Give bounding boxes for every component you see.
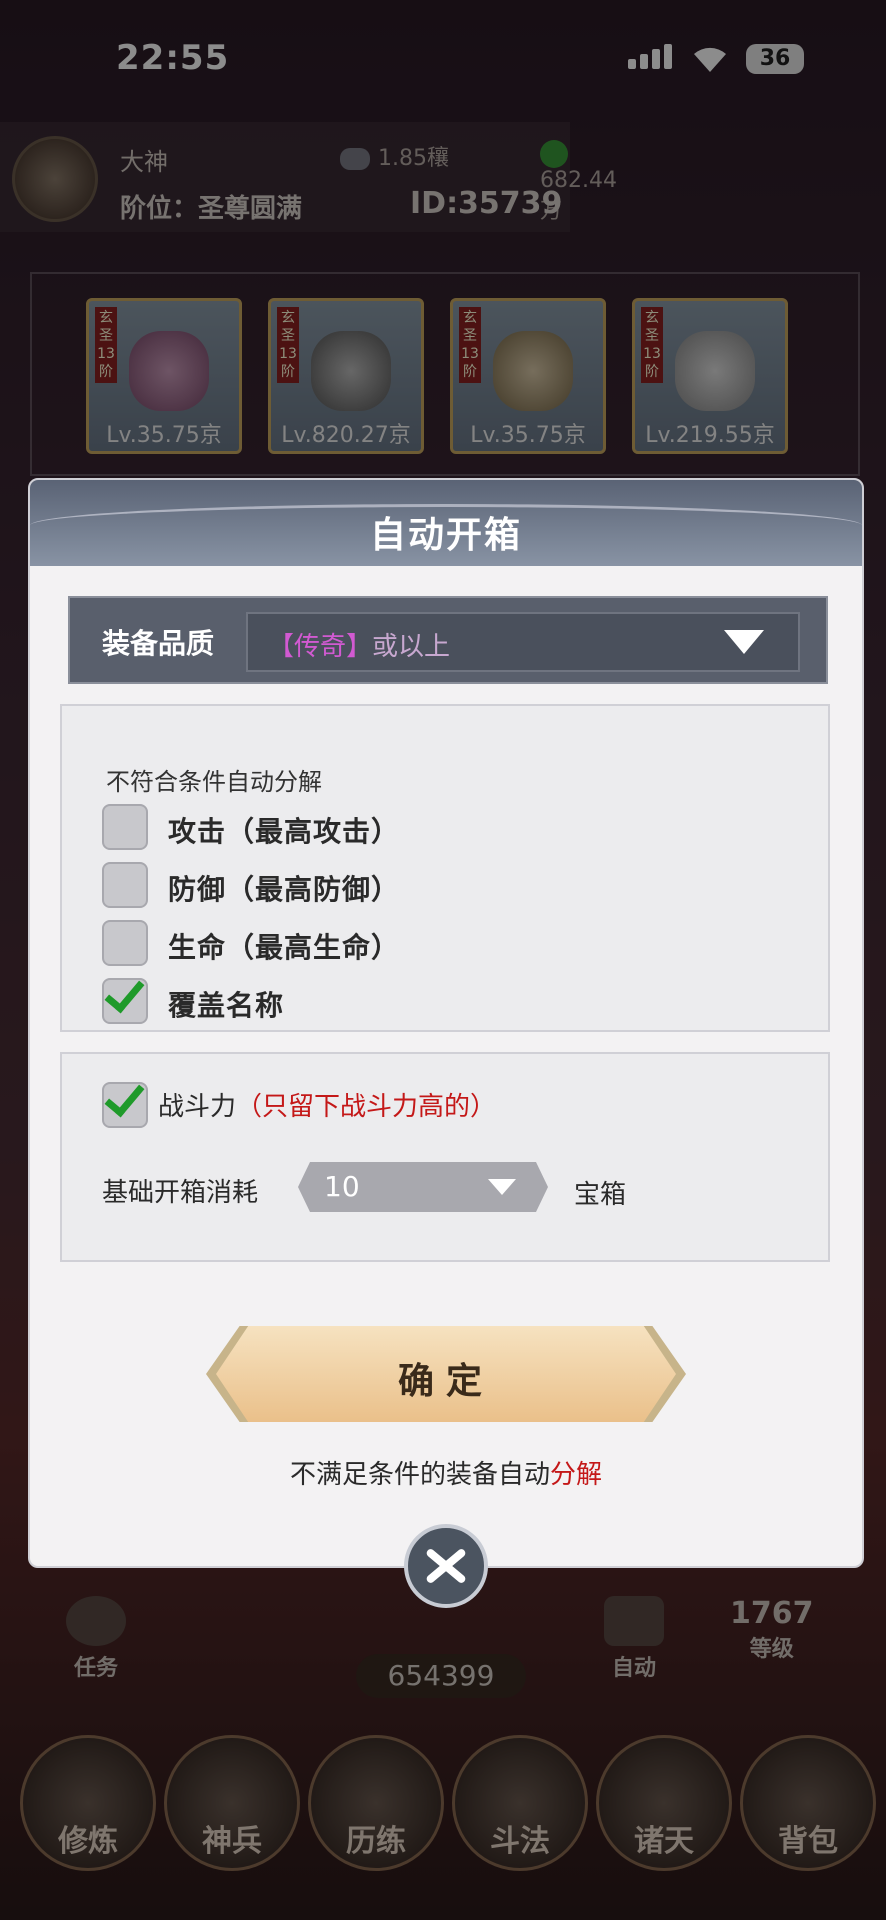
decompose-options-panel: 不符合条件自动分解 攻击（最高攻击） 防御（最高防御） 生命（最高生命） 覆盖名… — [60, 704, 830, 1032]
option-override-name-label: 覆盖名称 — [168, 989, 285, 1022]
cost-dropdown-right-cap — [536, 1162, 548, 1212]
checkbox-override-name[interactable] — [102, 978, 148, 1024]
option-attack-label: 攻击（最高攻击） — [168, 815, 401, 848]
cost-label: 基础开箱消耗 — [102, 1178, 259, 1208]
power-note: （只留下战斗力高的） — [236, 1092, 497, 1122]
dialog-header: 自动开箱 — [30, 480, 862, 566]
quality-suffix: 或以上 — [372, 632, 451, 662]
checkbox-power[interactable] — [102, 1082, 148, 1128]
quality-label: 装备品质 — [102, 627, 215, 660]
option-defense-label: 防御（最高防御） — [168, 873, 401, 906]
chevron-down-icon — [488, 1179, 516, 1195]
quality-value: 【传奇】或以上 — [268, 626, 450, 663]
power-label-text: 战斗力 — [158, 1092, 237, 1122]
decompose-hint: 不满足条件的装备自动分解 — [30, 1454, 862, 1491]
confirm-label: 确定 — [397, 1361, 494, 1402]
quality-row: 装备品质 【传奇】或以上 — [68, 596, 828, 684]
checkbox-life[interactable] — [102, 920, 148, 966]
checkbox-attack[interactable] — [102, 804, 148, 850]
decompose-note: 不符合条件自动分解 — [106, 768, 322, 796]
hint-highlight: 分解 — [550, 1460, 603, 1490]
dialog-title: 自动开箱 — [369, 515, 522, 556]
cost-dropdown-left-cap — [298, 1162, 310, 1212]
close-button[interactable] — [404, 1524, 488, 1608]
chevron-down-icon — [724, 630, 764, 654]
quality-tier: 【传奇】 — [268, 632, 373, 662]
quality-dropdown[interactable]: 【传奇】或以上 — [246, 612, 800, 672]
cost-value: 10 — [324, 1170, 360, 1203]
power-panel: 战斗力（只留下战斗力高的） 基础开箱消耗 10 宝箱 — [60, 1052, 830, 1262]
confirm-button[interactable]: 确定 — [206, 1326, 686, 1422]
cost-unit: 宝箱 — [574, 1180, 627, 1210]
checkbox-defense[interactable] — [102, 862, 148, 908]
power-label: 战斗力（只留下战斗力高的） — [158, 1086, 496, 1123]
auto-open-dialog: 自动开箱 装备品质 【传奇】或以上 不符合条件自动分解 攻击（最高攻击） 防御（… — [28, 478, 864, 1568]
hint-text: 不满足条件的装备自动 — [289, 1460, 550, 1490]
cost-dropdown[interactable]: 10 — [298, 1162, 548, 1212]
option-life-label: 生命（最高生命） — [168, 931, 401, 964]
